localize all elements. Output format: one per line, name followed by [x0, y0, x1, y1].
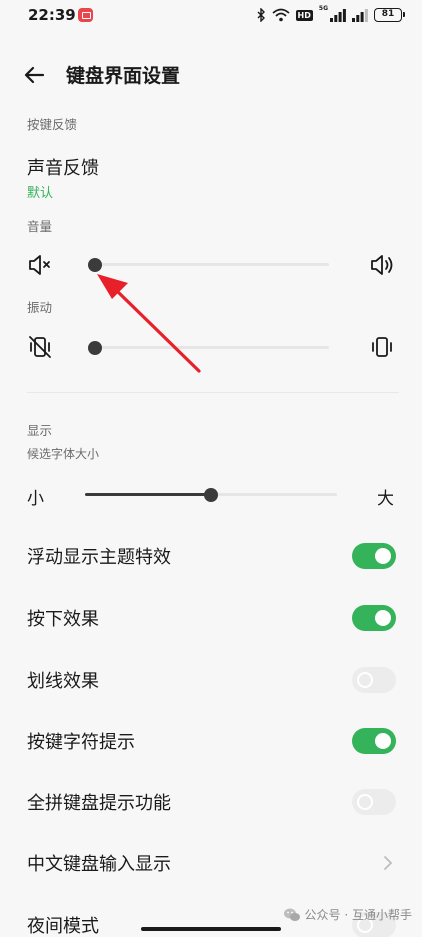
divider [27, 392, 399, 393]
speaker-mute-icon [29, 255, 50, 275]
toggle-knob [375, 548, 391, 564]
speaker-loud-icon [371, 255, 393, 275]
chevron-right-icon [384, 856, 393, 870]
vibrate-icon [372, 337, 392, 357]
section-label-key-feedback: 按键反馈 [27, 117, 78, 132]
sound-feedback-title[interactable]: 声音反馈 [27, 154, 99, 180]
wechat-icon [283, 908, 300, 921]
setting-label: 全拼键盘提示功能 [27, 793, 171, 814]
sound-feedback-value: 默认 [27, 186, 54, 201]
network-label: 5G [318, 5, 328, 12]
toggle-switch[interactable] [352, 667, 396, 693]
header: 键盘界面设置 [0, 50, 422, 98]
signal-icon [330, 8, 346, 22]
setting-label: 划线效果 [27, 671, 99, 692]
vibrate-off-icon [29, 336, 51, 358]
screen: 22:39 HD 5G 81 键盘界面设置 按键反馈 声音反馈 默认 音量 振动 [0, 0, 422, 937]
bluetooth-icon [257, 8, 265, 22]
setting-label: 浮动显示主题特效 [27, 547, 171, 568]
volume-label: 音量 [27, 219, 53, 234]
toggle-switch[interactable] [352, 789, 396, 815]
font-size-max-label: 大 [377, 489, 394, 509]
vibration-slider[interactable] [88, 340, 329, 355]
volume-slider[interactable] [88, 257, 329, 272]
page-title: 键盘界面设置 [66, 65, 181, 87]
setting-label: 按下效果 [27, 609, 99, 630]
font-size-slider-fill [85, 493, 211, 496]
status-icons: HD 5G 81 [256, 5, 405, 25]
setting-label: 夜间模式 [27, 916, 99, 937]
font-size-slider[interactable] [85, 487, 337, 502]
setting-row[interactable]: 浮动显示主题特效 [0, 526, 422, 586]
setting-row[interactable]: 按下效果 [0, 588, 422, 648]
back-button[interactable] [20, 60, 50, 90]
section-label-display: 显示 [27, 423, 53, 438]
wifi-icon [271, 8, 290, 22]
volume-slider-thumb[interactable] [88, 257, 102, 272]
gallery-icon [78, 8, 93, 22]
signal-icon-2 [352, 8, 368, 22]
toggle-switch[interactable] [352, 728, 396, 754]
toggle-knob [375, 733, 391, 749]
toggle-knob [357, 672, 373, 688]
font-size-min-label: 小 [27, 489, 44, 509]
toggle-switch[interactable] [352, 543, 396, 569]
status-bar: 22:39 HD 5G 81 [0, 0, 422, 30]
hd-badge: HD [295, 9, 313, 21]
battery-indicator: 81 [374, 8, 405, 22]
setting-row[interactable]: 全拼键盘提示功能 [0, 772, 422, 832]
toggle-knob [375, 610, 391, 626]
toggle-switch[interactable] [352, 605, 396, 631]
setting-row[interactable]: 划线效果 [0, 650, 422, 710]
arrow-left-icon [24, 66, 45, 84]
vibration-label: 振动 [27, 300, 53, 315]
watermark: 公众号 · 互通小帮手 [283, 906, 412, 923]
font-size-slider-thumb[interactable] [204, 487, 218, 502]
vibration-slider-thumb[interactable] [88, 340, 102, 355]
watermark-text: 公众号 · 互通小帮手 [304, 908, 412, 922]
setting-row[interactable]: 中文键盘输入显示 [0, 833, 422, 893]
font-size-label: 候选字体大小 [27, 447, 100, 461]
toggle-knob [357, 794, 373, 810]
setting-label: 按键字符提示 [27, 732, 135, 753]
setting-row[interactable]: 按键字符提示 [0, 711, 422, 771]
status-time: 22:39 [28, 6, 76, 24]
setting-label: 中文键盘输入显示 [27, 854, 171, 875]
home-indicator[interactable] [141, 927, 281, 931]
